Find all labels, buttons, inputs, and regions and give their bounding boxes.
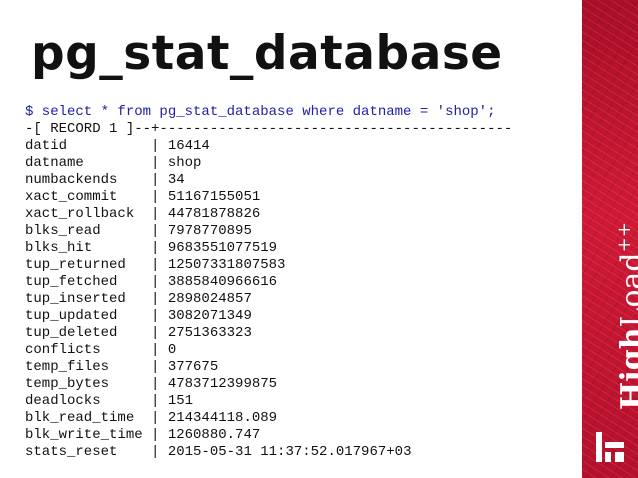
field-value: shop: [167, 155, 202, 171]
highload-mark-icon: [596, 432, 624, 462]
record-row: temp_files | 377675: [25, 359, 512, 376]
brand-sidebar: HighLoad++: [582, 0, 638, 478]
field-name: datname: [25, 155, 84, 171]
column-separator: |: [151, 444, 160, 460]
field-name: blk_write_time: [25, 427, 143, 443]
column-separator: |: [151, 359, 160, 375]
record-row: blk_write_time | 1260880.747: [25, 427, 512, 444]
record-row: tup_deleted | 2751363323: [25, 325, 512, 342]
field-name: tup_returned: [25, 257, 126, 273]
column-separator: |: [151, 257, 160, 273]
record-row: blks_hit | 9683551077519: [25, 240, 512, 257]
record-row: numbackends | 34: [25, 172, 512, 189]
field-name: blks_hit: [25, 240, 93, 256]
field-value: 151: [167, 393, 194, 409]
psql-output: $ select * from pg_stat_database where d…: [25, 104, 512, 461]
field-name: tup_fetched: [25, 274, 118, 290]
column-separator: |: [151, 274, 160, 290]
field-value: 214344118.089: [167, 410, 278, 426]
record-row: blks_read | 7978770895: [25, 223, 512, 240]
field-value: 1260880.747: [167, 427, 261, 443]
field-value: 4783712399875: [167, 376, 278, 392]
field-value: 44781878826: [167, 206, 261, 222]
field-value: 34: [167, 172, 185, 188]
field-value: 3082071349: [167, 308, 252, 324]
record-row: xact_rollback | 44781878826: [25, 206, 512, 223]
brand-name-sup: ++: [614, 222, 635, 253]
column-separator: |: [151, 138, 160, 154]
field-value: 7978770895: [167, 223, 252, 239]
record-row: datid | 16414: [25, 138, 512, 155]
field-value: 51167155051: [167, 189, 261, 205]
field-name: conflicts: [25, 342, 101, 358]
column-separator: |: [151, 325, 160, 341]
field-value: 2751363323: [167, 325, 252, 341]
column-separator: |: [151, 240, 160, 256]
field-value: 2015-05-31 11:37:52.017967+03: [167, 444, 412, 460]
field-value: 3885840966616: [167, 274, 278, 290]
field-value: 377675: [167, 359, 219, 375]
column-separator: |: [151, 172, 160, 188]
column-separator: |: [151, 291, 160, 307]
record-header: -[ RECORD 1 ]--+------------------------…: [25, 121, 513, 137]
record-row: tup_updated | 3082071349: [25, 308, 512, 325]
column-separator: |: [151, 427, 160, 443]
column-separator: |: [151, 393, 160, 409]
field-value: 9683551077519: [167, 240, 278, 256]
field-name: xact_commit: [25, 189, 118, 205]
record-row: blk_read_time | 214344118.089: [25, 410, 512, 427]
field-name: blk_read_time: [25, 410, 135, 426]
column-separator: |: [151, 308, 160, 324]
column-separator: |: [151, 155, 160, 171]
field-name: stats_reset: [25, 444, 118, 460]
field-name: datid: [25, 138, 68, 154]
record-row: tup_inserted | 2898024857: [25, 291, 512, 308]
field-name: tup_inserted: [25, 291, 126, 307]
record-row: conflicts | 0: [25, 342, 512, 359]
record-row: xact_commit | 51167155051: [25, 189, 512, 206]
field-name: temp_bytes: [25, 376, 110, 392]
field-name: numbackends: [25, 172, 118, 188]
field-value: 2898024857: [167, 291, 252, 307]
record-row: deadlocks | 151: [25, 393, 512, 410]
field-value: 0: [167, 342, 177, 358]
column-separator: |: [151, 189, 160, 205]
slide-title: pg_stat_database: [31, 26, 503, 81]
field-name: tup_deleted: [25, 325, 118, 341]
field-name: blks_read: [25, 223, 101, 239]
record-row: tup_fetched | 3885840966616: [25, 274, 512, 291]
field-name: xact_rollback: [25, 206, 135, 222]
sql-command: $ select * from pg_stat_database where d…: [25, 104, 496, 120]
column-separator: |: [151, 223, 160, 239]
record-row: temp_bytes | 4783712399875: [25, 376, 512, 393]
column-separator: |: [151, 342, 160, 358]
record-row: datname | shop: [25, 155, 512, 172]
column-separator: |: [151, 376, 160, 392]
field-value: 16414: [167, 138, 210, 154]
brand-logo-text: HighLoad++: [610, 222, 638, 410]
brand-name-bold: High: [615, 327, 638, 410]
column-separator: |: [151, 410, 160, 426]
brand-name-regular: Load: [615, 252, 638, 328]
record-row: tup_returned | 12507331807583: [25, 257, 512, 274]
field-name: temp_files: [25, 359, 110, 375]
field-value: 12507331807583: [167, 257, 286, 273]
column-separator: |: [151, 206, 160, 222]
field-name: deadlocks: [25, 393, 101, 409]
record-rows: datid | 16414 datname | shop numbackends | 34…: [25, 138, 512, 461]
record-row: stats_reset | 2015-05-31 11:37:52.017967+…: [25, 444, 512, 461]
field-name: tup_updated: [25, 308, 118, 324]
